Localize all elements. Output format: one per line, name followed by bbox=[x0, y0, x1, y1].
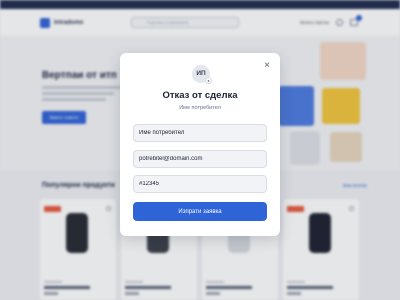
dialog-title: Отказ от сделка bbox=[162, 90, 238, 101]
dialog-subtitle: Име потребител bbox=[179, 105, 221, 111]
submit-request-button[interactable]: Изпрати заявка bbox=[133, 202, 267, 221]
avatar: ИП ● bbox=[192, 65, 212, 84]
name-field[interactable] bbox=[133, 124, 267, 142]
avatar-initials: ИП bbox=[196, 70, 206, 77]
cancel-order-dialog: × ИП ● Отказ от сделка Име потребител Из… bbox=[120, 53, 280, 236]
email-field[interactable] bbox=[133, 150, 267, 168]
user-badge-icon: ● bbox=[205, 77, 212, 84]
order-number-field[interactable] bbox=[133, 175, 267, 193]
close-icon[interactable]: × bbox=[262, 61, 272, 71]
